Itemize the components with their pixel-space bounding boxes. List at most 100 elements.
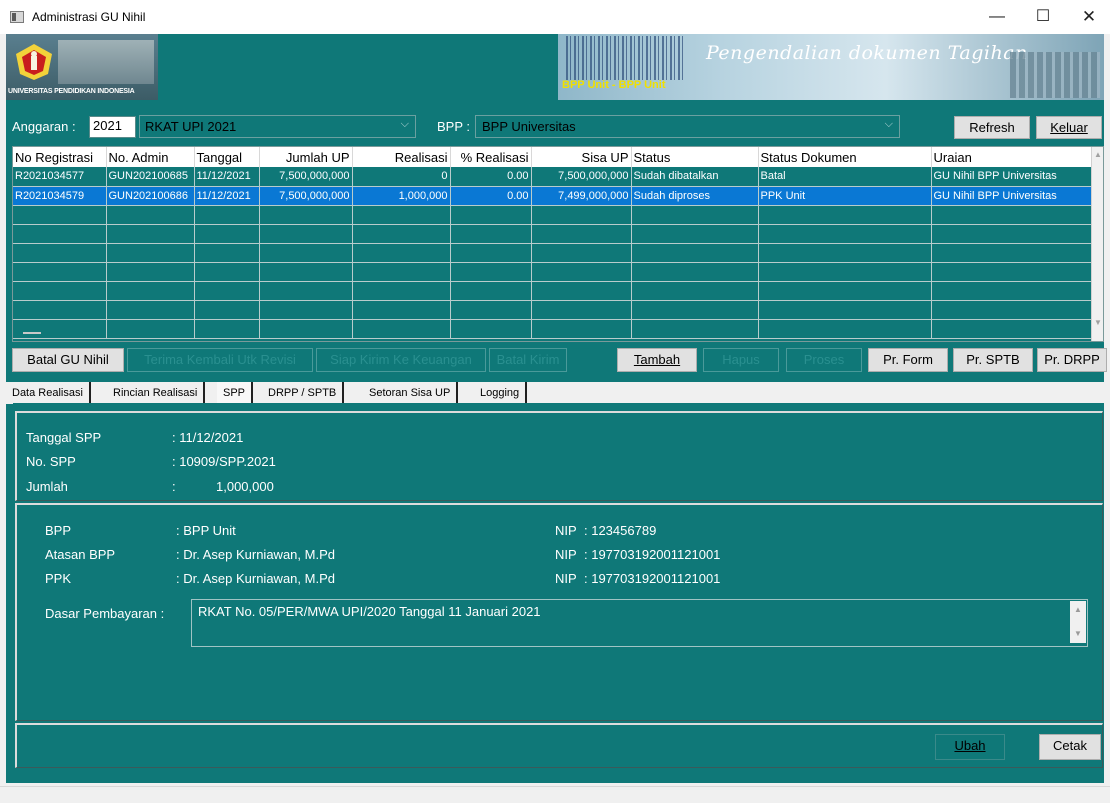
proses-button[interactable]: Proses [786,348,862,372]
bpp-select-value: BPP Universitas [482,119,576,134]
refresh-button[interactable]: Refresh [954,116,1030,139]
tab-setoran-sisa-up[interactable]: Setoran Sisa UP [363,382,459,404]
close-button[interactable]: ✕ [1066,0,1110,34]
horizontal-scroll-thumb[interactable] [23,332,41,334]
table-cell [259,281,353,301]
bpp-select[interactable]: BPP Universitas ⌵ [475,115,900,138]
tab-spp[interactable]: SPP [217,382,254,404]
ppk-value: : Dr. Asep Kurniawan, M.Pd [176,571,335,586]
table-cell [13,300,107,320]
minimize-button[interactable]: — [974,0,1020,34]
table-cell [631,224,759,244]
rkat-select[interactable]: RKAT UPI 2021 ⌵ [139,115,416,138]
table-cell [450,224,532,244]
barcode-graphic [566,36,684,80]
table-cell [450,262,532,282]
table-cell [531,281,632,301]
jumlah-colon: : [172,479,176,494]
table-cell: GU Nihil BPP Universitas [931,167,1099,187]
hapus-button[interactable]: Hapus [703,348,779,372]
data-grid: No Registrasi No. Admin Tanggal Jumlah UP Re… [13,147,1099,339]
table-row[interactable] [13,319,1099,339]
table-cell [352,262,451,282]
table-cell: 11/12/2021 [194,167,260,187]
table-cell [106,205,195,225]
footer-section: Ubah Cetak [15,723,1103,768]
table-row[interactable] [13,262,1099,282]
maximize-button[interactable]: ☐ [1020,0,1066,34]
dasar-pembayaran-text: RKAT No. 05/PER/MWA UPI/2020 Tanggal 11 … [198,604,541,619]
table-cell [352,319,451,339]
table-cell [259,300,353,320]
column-header[interactable]: No Registrasi [13,147,107,167]
scroll-down-icon[interactable]: ▼ [1094,318,1102,327]
tab-drpp-sptb[interactable]: DRPP / SPTB [262,382,345,404]
skyline-graphic [1010,52,1100,98]
table-header: No Registrasi No. Admin Tanggal Jumlah UP Re… [13,147,1099,167]
table-cell: GU Nihil BPP Universitas [931,186,1099,206]
table-scrollbar[interactable]: ▲ ▼ [1091,147,1103,341]
print-form-button[interactable]: Pr. Form [868,348,948,372]
dasar-pembayaran-label: Dasar Pembayaran : [45,606,165,621]
print-sptb-button[interactable]: Pr. SPTB [953,348,1033,372]
app-icon [10,11,24,23]
table-cell [931,300,1099,320]
scroll-up-icon[interactable]: ▲ [1074,605,1082,614]
column-header[interactable]: Tanggal [194,147,260,167]
ubah-button[interactable]: Ubah [935,734,1005,760]
table-row[interactable] [13,300,1099,320]
memo-scrollbar[interactable]: ▲ ▼ [1070,601,1086,643]
table-cell [531,319,632,339]
scroll-down-icon[interactable]: ▼ [1074,629,1082,638]
table-cell [352,243,451,263]
table-row[interactable]: R2021034577 GUN202100685 11/12/2021 7,500,0… [13,167,1099,187]
column-header[interactable]: Status Dokumen [758,147,932,167]
registration-table[interactable]: No Registrasi No. Admin Tanggal Jumlah UP Re… [12,146,1104,342]
dasar-pembayaran-memo[interactable]: RKAT No. 05/PER/MWA UPI/2020 Tanggal 11 … [191,599,1088,647]
table-row[interactable]: R2021034579 GUN202100686 11/12/2021 7,500,0… [13,186,1099,206]
table-row[interactable] [13,243,1099,263]
table-row[interactable] [13,205,1099,225]
table-cell [352,300,451,320]
column-header[interactable]: Sisa UP [531,147,632,167]
terima-kembali-button[interactable]: Terima Kembali Utk Revisi [127,348,313,372]
column-header[interactable]: Status [631,147,759,167]
tab-logging[interactable]: Logging [474,382,528,404]
table-cell [531,243,632,263]
jumlah-value: 1,000,000 [216,479,274,494]
table-cell [13,205,107,225]
bpp-label: BPP : [437,119,471,134]
header-banner: UNIVERSITAS PENDIDIKAN INDONESIA BPP Uni… [6,34,1104,100]
batal-gu-nihil-button[interactable]: Batal GU Nihil [12,348,124,372]
tab-data-realisasi[interactable]: Data Realisasi [6,382,91,404]
table-cell [194,243,260,263]
keluar-button[interactable]: Keluar [1036,116,1102,139]
atasan-nip-value: : 197703192001121001 [584,547,721,562]
column-header[interactable]: % Realisasi [450,147,532,167]
column-header[interactable]: No. Admin [106,147,195,167]
atasan-nip-label: NIP [555,547,577,562]
anggaran-input[interactable]: 2021 [89,116,136,138]
scroll-up-icon[interactable]: ▲ [1094,150,1102,159]
column-header[interactable]: Realisasi [352,147,451,167]
rkat-select-value: RKAT UPI 2021 [145,119,237,134]
print-drpp-button[interactable]: Pr. DRPP [1037,348,1107,372]
keluar-label: Keluar [1050,120,1088,135]
spp-panel: Tanggal SPP : 11/12/2021 No. SPP : 10909… [13,403,1104,783]
window-title: Administrasi GU Nihil [32,10,146,24]
column-header[interactable]: Uraian [931,147,1099,167]
table-cell [106,224,195,244]
tambah-label: Tambah [633,352,681,367]
column-header[interactable]: Jumlah UP [259,147,353,167]
table-cell: 0.00 [450,186,532,206]
table-cell [631,300,759,320]
table-row[interactable] [13,224,1099,244]
siap-kirim-button[interactable]: Siap Kirim Ke Keuangan [316,348,486,372]
table-row[interactable] [13,281,1099,301]
tab-rincian-realisasi[interactable]: Rincian Realisasi [107,382,206,404]
table-cell [450,281,532,301]
cetak-button[interactable]: Cetak [1039,734,1101,760]
tanggal-spp-label: Tanggal SPP [26,430,102,445]
tambah-button[interactable]: Tambah [617,348,697,372]
batal-kirim-button[interactable]: Batal Kirim [489,348,567,372]
